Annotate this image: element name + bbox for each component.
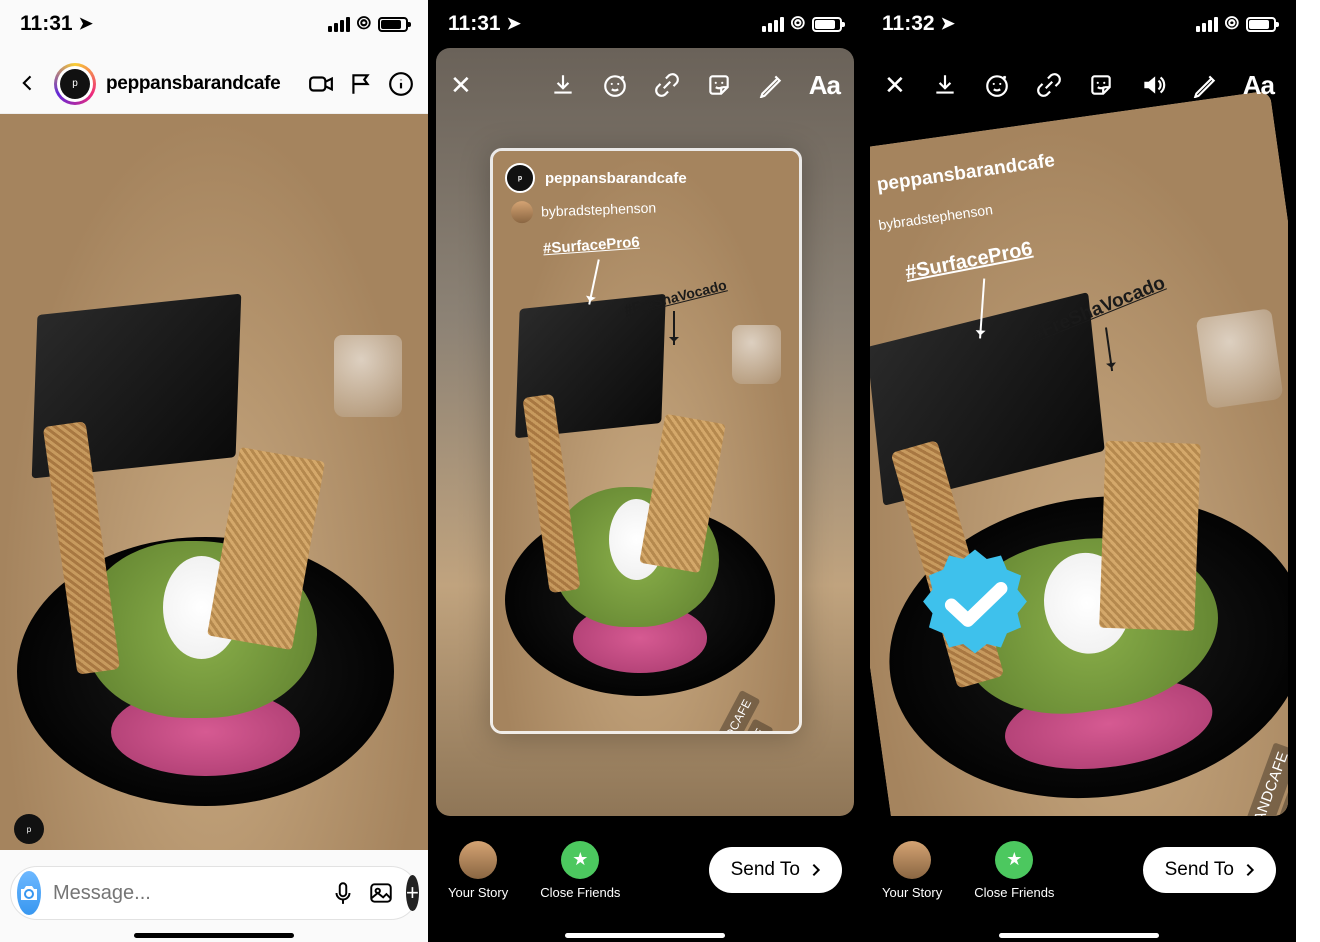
- link-icon[interactable]: [653, 71, 681, 99]
- close-friends-button[interactable]: ★Close Friends: [540, 841, 620, 900]
- status-time: 11:31: [448, 12, 501, 36]
- your-story-avatar: [459, 841, 497, 879]
- dm-screen: 11:31 ➤ ⦾ p peppansbarandcafe Only you ca…: [0, 0, 428, 942]
- status-bar: 11:32 ➤ ⦾: [862, 4, 1296, 44]
- story-editor-card-screen: 11:31 ➤ ⦾ p peppansbarandcafe bybradstephe…: [428, 0, 862, 942]
- byline-text: bybradstephenson: [541, 199, 657, 219]
- gallery-icon[interactable]: [368, 879, 394, 907]
- signal-icon: [328, 17, 350, 32]
- mic-icon[interactable]: [330, 879, 356, 907]
- wifi-icon: ⦾: [357, 14, 371, 34]
- story-canvas[interactable]: ppeppansbarandcafe bybradstephenson #Sur…: [436, 48, 854, 816]
- arrow-2: [673, 311, 675, 345]
- sound-icon[interactable]: [1139, 71, 1167, 99]
- sticker-icon[interactable]: [705, 71, 733, 99]
- byline-avatar: [870, 215, 872, 240]
- home-indicator[interactable]: [999, 933, 1159, 938]
- info-icon[interactable]: [386, 69, 416, 99]
- story-editor-full-screen: 11:32 ➤ ⦾ ppeppansbarandcafe bybradstephe…: [862, 0, 1296, 942]
- close-friends-icon: ★: [995, 841, 1033, 879]
- close-friends-icon: ★: [561, 841, 599, 879]
- wifi-icon: ⦾: [791, 14, 805, 34]
- location-icon: ➤: [79, 14, 93, 34]
- text-icon[interactable]: Aa: [1243, 70, 1274, 101]
- byline-avatar: [511, 201, 534, 224]
- camera-button[interactable]: [17, 871, 41, 915]
- sticker-icon[interactable]: [1087, 71, 1115, 99]
- dm-username[interactable]: peppansbarandcafe: [106, 73, 296, 95]
- battery-icon: [812, 17, 842, 32]
- story-canvas[interactable]: ppeppansbarandcafe bybradstephenson #Sur…: [870, 48, 1288, 816]
- save-icon[interactable]: [931, 71, 959, 99]
- send-to-button[interactable]: Send To: [1143, 847, 1276, 893]
- status-time: 11:32: [882, 12, 935, 36]
- status-bar: 11:31 ➤ ⦾: [428, 4, 862, 44]
- back-button[interactable]: [12, 64, 44, 104]
- tilted-story[interactable]: ppeppansbarandcafe bybradstephenson #Sur…: [870, 90, 1288, 816]
- close-button[interactable]: ✕: [450, 70, 472, 101]
- reposted-story-card[interactable]: ppeppansbarandcafe bybradstephenson #Sur…: [490, 148, 802, 734]
- face-filter-icon[interactable]: [601, 71, 629, 99]
- your-story-button[interactable]: Your Story: [882, 841, 942, 900]
- battery-icon: [378, 17, 408, 32]
- save-icon[interactable]: [549, 71, 577, 99]
- dm-header: p peppansbarandcafe: [0, 54, 428, 114]
- sender-avatar[interactable]: p: [14, 814, 44, 844]
- card-username: peppansbarandcafe: [545, 170, 687, 187]
- editor-bottom-bar: Your Story ★Close Friends Send To: [862, 828, 1296, 912]
- signal-icon: [1196, 17, 1218, 32]
- flag-icon[interactable]: [346, 69, 376, 99]
- verified-sticker[interactable]: [916, 546, 1034, 664]
- close-button[interactable]: ✕: [884, 70, 906, 101]
- home-indicator[interactable]: [134, 933, 294, 938]
- text-icon[interactable]: Aa: [809, 70, 840, 101]
- editor-toolbar: ✕ Aa: [862, 60, 1296, 110]
- home-indicator[interactable]: [565, 933, 725, 938]
- message-input[interactable]: [53, 882, 318, 905]
- incoming-mention-block: Mentioned you in their story Add This to…: [14, 577, 414, 819]
- editor-bottom-bar: Your Story ★Close Friends Send To: [428, 828, 862, 912]
- editor-toolbar: ✕ Aa: [428, 60, 862, 110]
- profile-avatar[interactable]: p: [54, 63, 96, 105]
- location-icon: ➤: [941, 14, 955, 34]
- wifi-icon: ⦾: [1225, 14, 1239, 34]
- message-composer: +: [10, 866, 418, 920]
- incoming-story-thumb[interactable]: [30, 629, 138, 819]
- send-to-button[interactable]: Send To: [709, 847, 842, 893]
- status-bar: 11:31 ➤ ⦾: [0, 4, 428, 44]
- card-avatar: p: [505, 163, 535, 193]
- status-time: 11:31: [20, 12, 73, 36]
- your-story-avatar: [893, 841, 931, 879]
- face-filter-icon[interactable]: [983, 71, 1011, 99]
- signal-icon: [762, 17, 784, 32]
- close-friends-button[interactable]: ★Close Friends: [974, 841, 1054, 900]
- draw-icon[interactable]: [1191, 71, 1219, 99]
- status-icons: ⦾: [328, 14, 408, 34]
- video-call-icon[interactable]: [306, 69, 336, 99]
- add-button[interactable]: +: [406, 875, 419, 911]
- battery-icon: [1246, 17, 1276, 32]
- your-story-button[interactable]: Your Story: [448, 841, 508, 900]
- draw-icon[interactable]: [757, 71, 785, 99]
- dm-messages[interactable]: Only you can see this 11:23 am You menti…: [0, 114, 428, 850]
- location-icon: ➤: [507, 14, 521, 34]
- link-icon[interactable]: [1035, 71, 1063, 99]
